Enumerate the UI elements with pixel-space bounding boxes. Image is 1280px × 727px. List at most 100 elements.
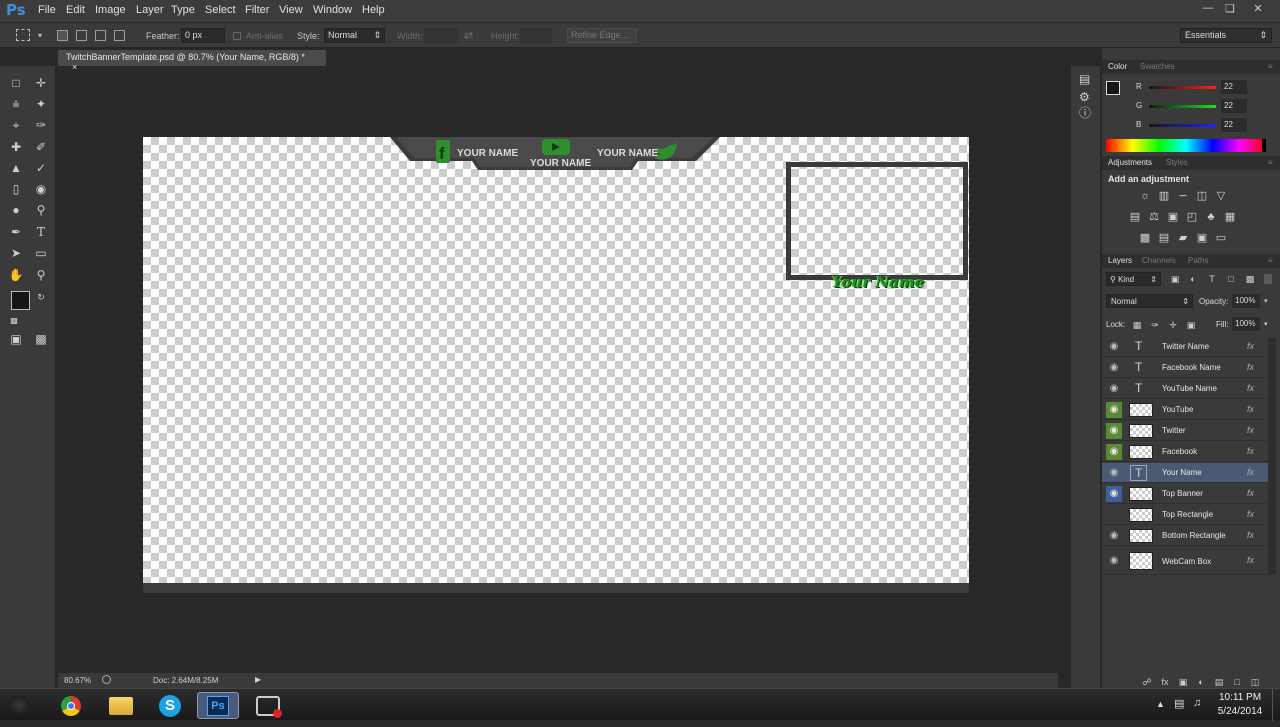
blend-mode-select[interactable]: Normal ⇕: [1106, 294, 1193, 308]
new-selection-icon[interactable]: [57, 30, 68, 41]
clone-stamp-icon[interactable]: ▲: [6, 159, 26, 177]
close-tab-icon[interactable]: ×: [72, 62, 77, 72]
menu-window[interactable]: Window: [313, 4, 352, 16]
layer-row-facebook[interactable]: ◉ Facebook fx: [1102, 442, 1268, 462]
volume-icon[interactable]: ♫: [1193, 697, 1201, 709]
brightness-icon[interactable]: ☼: [1138, 190, 1152, 202]
layer-row-bottom-rectangle[interactable]: ◉ Bottom Rectangle fx: [1102, 526, 1268, 546]
hue-saturation-icon[interactable]: ▤: [1128, 211, 1142, 223]
visibility-eye-icon[interactable]: ◉: [1106, 423, 1122, 439]
lock-transparent-icon[interactable]: ▦: [1130, 319, 1144, 331]
skype-taskbar-button[interactable]: S: [149, 692, 191, 719]
close-icon[interactable]: ✕: [1250, 2, 1266, 16]
visibility-eye-icon[interactable]: ◉: [1106, 339, 1122, 355]
show-desktop-button[interactable]: [1272, 689, 1280, 721]
refine-edge-button[interactable]: Refine Edge...: [567, 28, 637, 43]
visibility-eye-icon[interactable]: ◉: [1106, 444, 1122, 460]
fx-icon[interactable]: fx: [1247, 467, 1254, 477]
menu-help[interactable]: Help: [362, 4, 385, 16]
chrome-taskbar-button[interactable]: [50, 692, 92, 719]
exposure-icon[interactable]: ◫: [1195, 190, 1209, 202]
green-slider[interactable]: [1149, 105, 1216, 108]
red-slider[interactable]: [1149, 86, 1216, 89]
color-spectrum[interactable]: [1106, 139, 1266, 152]
swap-icon[interactable]: ⇄: [464, 29, 473, 42]
menu-file[interactable]: File: [38, 4, 56, 16]
zoom-icon[interactable]: ⚲: [31, 266, 51, 284]
rectangle-icon[interactable]: ▭: [31, 244, 51, 262]
menu-view[interactable]: View: [279, 4, 303, 16]
style-select[interactable]: Normal ⇕: [324, 28, 385, 43]
height-input[interactable]: [520, 28, 552, 43]
vibrance-icon[interactable]: ▽: [1214, 190, 1228, 202]
paint-bucket-icon[interactable]: ◉: [31, 180, 51, 198]
fx-icon[interactable]: fx: [1247, 446, 1254, 456]
status-menu-arrow-icon[interactable]: ▶: [255, 675, 261, 684]
explorer-taskbar-button[interactable]: [100, 692, 142, 719]
visibility-eye-icon[interactable]: ◉: [1106, 402, 1122, 418]
delete-layer-icon[interactable]: ◫: [1248, 676, 1262, 688]
healing-brush-icon[interactable]: ✚: [6, 138, 26, 156]
layer-row-youtube-name[interactable]: ◉ T YouTube Name fx: [1102, 379, 1268, 399]
posterize-icon[interactable]: ▤: [1157, 232, 1171, 244]
recorder-taskbar-button[interactable]: [247, 692, 289, 719]
tab-paths[interactable]: Paths: [1188, 256, 1208, 265]
tray-arrow-icon[interactable]: ▲: [1156, 699, 1165, 709]
info-icon[interactable]: ⓘ: [1079, 104, 1091, 121]
marquee-tool-icon[interactable]: [16, 29, 30, 41]
filter-adjustment-icon[interactable]: ◐: [1186, 273, 1200, 285]
subtract-selection-icon[interactable]: [95, 30, 106, 41]
zoom-level[interactable]: 80.67%: [64, 676, 91, 685]
fx-icon[interactable]: fx: [1247, 383, 1254, 393]
blue-value[interactable]: 22: [1221, 118, 1247, 132]
gradient-map-icon[interactable]: ▭: [1214, 232, 1228, 244]
add-selection-icon[interactable]: [76, 30, 87, 41]
tab-swatches[interactable]: Swatches: [1140, 62, 1175, 71]
channel-mixer-icon[interactable]: ♣: [1204, 211, 1218, 223]
dodge-icon[interactable]: ⚲: [31, 201, 51, 219]
panel-menu-icon[interactable]: ≡: [1268, 158, 1273, 167]
tab-channels[interactable]: Channels: [1142, 256, 1176, 265]
swap-colors-icon[interactable]: ↻: [31, 288, 51, 306]
feather-input[interactable]: 0 px: [181, 28, 225, 43]
selective-color-icon[interactable]: ▣: [1195, 232, 1209, 244]
marquee-icon[interactable]: □: [6, 74, 26, 92]
filter-smart-object-icon[interactable]: ▩: [1243, 273, 1257, 285]
visibility-eye-icon[interactable]: ◉: [1106, 553, 1122, 569]
visibility-eye-icon[interactable]: ◉: [1106, 465, 1122, 481]
curves-icon[interactable]: ∽: [1176, 190, 1190, 202]
green-value[interactable]: 22: [1221, 99, 1247, 113]
add-mask-icon[interactable]: ▣: [1176, 676, 1190, 688]
opacity-value[interactable]: 100%: [1232, 294, 1260, 308]
quick-select-icon[interactable]: ✦: [31, 95, 51, 113]
layer-row-youtube[interactable]: ◉ YouTube fx: [1102, 400, 1268, 420]
antialias-checkbox[interactable]: [233, 32, 241, 40]
fill-chevron-icon[interactable]: ▾: [1264, 320, 1268, 328]
network-icon[interactable]: ▤: [1174, 697, 1184, 710]
lock-position-icon[interactable]: ✛: [1166, 319, 1180, 331]
color-balance-icon[interactable]: ⚖: [1147, 211, 1161, 223]
layer-row-webcam-box[interactable]: ◉ WebCam Box fx: [1102, 547, 1268, 575]
hand-icon[interactable]: ✋: [6, 266, 26, 284]
layer-row-twitter[interactable]: ◉ Twitter fx: [1102, 421, 1268, 441]
crop-icon[interactable]: ⌖: [6, 116, 26, 134]
eraser-icon[interactable]: ▯: [6, 180, 26, 198]
panel-menu-icon[interactable]: ≡: [1268, 62, 1273, 71]
fx-icon[interactable]: fx: [1247, 555, 1254, 565]
tab-styles[interactable]: Styles: [1166, 158, 1188, 167]
type-icon[interactable]: T: [31, 223, 51, 241]
layer-row-top-banner[interactable]: ◉ Top Banner fx: [1102, 484, 1268, 504]
photo-filter-icon[interactable]: ◰: [1185, 211, 1199, 223]
visibility-eye-icon[interactable]: ◉: [1106, 486, 1122, 502]
default-colors-icon[interactable]: ▩: [4, 312, 24, 330]
panel-menu-icon[interactable]: ≡: [1268, 256, 1273, 265]
visibility-eye-icon[interactable]: ◉: [1106, 528, 1122, 544]
export-icon[interactable]: [102, 675, 111, 684]
clock-date[interactable]: 5/24/2014: [1210, 706, 1270, 717]
tab-layers[interactable]: Layers: [1108, 256, 1132, 265]
blue-slider[interactable]: [1149, 124, 1216, 127]
width-input[interactable]: [424, 28, 458, 43]
path-select-icon[interactable]: ➤: [6, 244, 26, 262]
fill-value[interactable]: 100%: [1232, 317, 1260, 331]
properties-icon[interactable]: ⚙: [1079, 90, 1090, 104]
